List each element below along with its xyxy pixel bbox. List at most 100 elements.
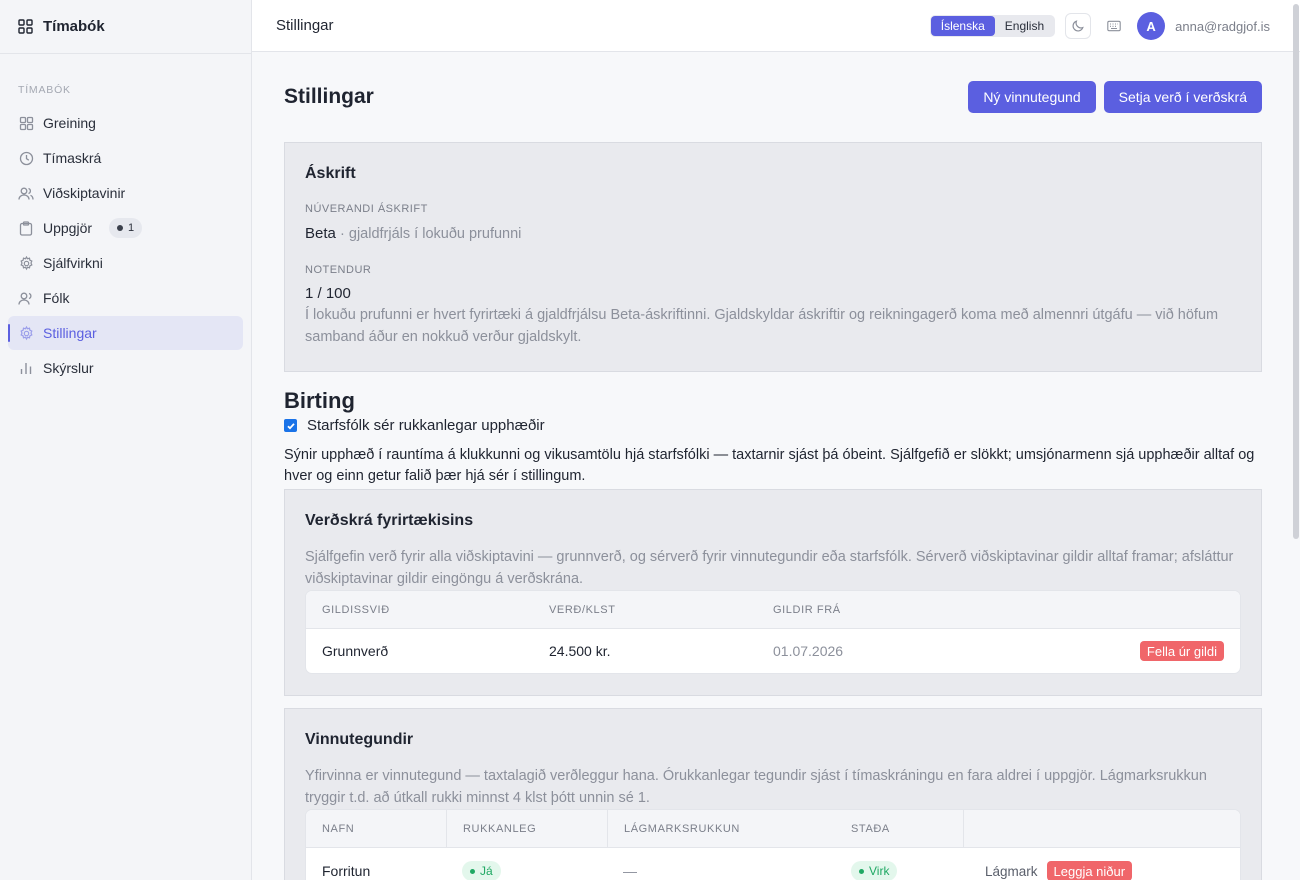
- status-dot-icon: [470, 868, 475, 874]
- price-cell: 24.500 kr.: [549, 643, 611, 659]
- app-grid-icon: [18, 19, 33, 34]
- subscription-title: Áskrift: [305, 165, 356, 182]
- set-minimum-link[interactable]: Lágmark: [985, 864, 1038, 879]
- page-scrollbar[interactable]: [1292, 0, 1300, 880]
- table-header: Gildissvið Verð/klst Gildir frá: [306, 591, 1240, 629]
- pricelist-title: Verðskrá fyrirtækisins: [305, 512, 474, 529]
- status-text: Virk: [869, 864, 890, 878]
- page-header: Stillingar Ný vinnutegund Setja verð í v…: [284, 52, 1262, 142]
- billable-cell: Já: [446, 848, 607, 880]
- pricelist-table: Gildissvið Verð/klst Gildir frá Grunnver…: [305, 590, 1241, 674]
- table-row: Grunnverð 24.500 kr. 01.07.2026 Fella úr…: [306, 629, 1240, 673]
- keyboard-shortcuts-button[interactable]: [1101, 13, 1127, 39]
- deactivate-price-button[interactable]: Fella úr gildi: [1139, 641, 1224, 661]
- settings-icon: [18, 325, 34, 341]
- users-value: 1 / 100: [305, 285, 351, 302]
- users-icon: [18, 185, 34, 201]
- subscription-description: Í lokuðu prufunni er hvert fyrirtæki á g…: [305, 307, 1219, 345]
- page-actions: Ný vinnutegund Setja verð í verðskrá: [968, 81, 1262, 113]
- display-description: Sýnir upphæð í rauntíma á klukkunni og v…: [284, 447, 1255, 484]
- table-row: Forritun Já — Virk Lágmark Leggja niður: [306, 848, 1240, 880]
- clipboard-icon: [18, 220, 34, 236]
- scrollbar-thumb[interactable]: [1293, 4, 1299, 539]
- lang-is-button[interactable]: Íslenska: [930, 16, 995, 36]
- status-dot-icon: [859, 868, 864, 874]
- status-badge: Virk: [851, 861, 898, 880]
- sidebar-item-skyrslur[interactable]: Skýrslur: [8, 351, 243, 385]
- topbar-actions: Íslenska English A anna@radgjof.is: [929, 0, 1270, 52]
- lang-en-button[interactable]: English: [995, 16, 1054, 36]
- sidebar-item-label: Skýrslur: [43, 360, 94, 376]
- display-title: Birting: [284, 388, 355, 413]
- minimum-cell: —: [623, 863, 637, 879]
- sidebar-item-folk[interactable]: Fólk: [8, 281, 243, 315]
- column-header: Gildir frá: [773, 603, 841, 616]
- badge-dot-icon: [117, 225, 124, 231]
- dark-mode-button[interactable]: [1065, 13, 1092, 39]
- show-amounts-toggle[interactable]: Starfsfólk sér rukkanlegar upphæðir: [284, 417, 1262, 434]
- sidebar-item-sjalfvirkni[interactable]: Sjálfvirkni: [8, 246, 243, 280]
- worktypes-table: Nafn Rukkanleg Lágmarksrukkun Staða Forr…: [305, 809, 1241, 880]
- sidebar-item-greining[interactable]: Greining: [8, 106, 243, 140]
- nav-section: Tímabók Greining Tímaskrá Viðskiptavinir…: [0, 54, 251, 385]
- billable-text: Já: [480, 864, 493, 878]
- worktypes-card: Vinnutegundir Yfirvinna er vinnutegund —…: [284, 708, 1262, 880]
- plan-name: Beta: [305, 225, 336, 242]
- billable-badge: Já: [462, 861, 501, 880]
- sidebar-item-label: Tímaskrá: [43, 150, 102, 166]
- name-cell: Forritun: [322, 863, 371, 879]
- brand-title: Tímabók: [43, 18, 105, 35]
- checkbox-checked-icon[interactable]: [284, 419, 297, 432]
- retire-worktype-button[interactable]: Leggja niður: [1046, 861, 1133, 880]
- count-badge: 1: [109, 218, 143, 238]
- clock-icon: [18, 150, 34, 166]
- brand[interactable]: Tímabók: [0, 0, 251, 54]
- bar-chart-icon: [18, 360, 34, 376]
- column-header: Staða: [851, 822, 890, 835]
- checkbox-label: Starfsfólk sér rukkanlegar upphæðir: [307, 417, 545, 434]
- sidebar-item-vidskiptavinir[interactable]: Viðskiptavinir: [8, 176, 243, 210]
- plan-note: · gjaldfrjáls í lokuðu prufunni: [340, 226, 522, 242]
- current-plan: Beta · gjaldfrjáls í lokuðu prufunni: [305, 225, 1241, 242]
- valid-from-cell: 01.07.2026: [773, 643, 844, 659]
- action-cell: Fella úr gildi: [1007, 629, 1240, 673]
- worktypes-description: Yfirvinna er vinnutegund — taxtalagið ve…: [305, 768, 1207, 806]
- pricelist-description: Sjálfgefin verð fyrir alla viðskiptavini…: [305, 549, 1234, 587]
- keyboard-icon: [1107, 20, 1121, 32]
- sidebar-item-label: Greining: [43, 115, 96, 131]
- topbar: Stillingar Íslenska English A anna@radgj…: [252, 0, 1300, 52]
- table-header: Nafn Rukkanleg Lágmarksrukkun Staða: [306, 810, 1240, 848]
- status-cell: Virk: [835, 848, 963, 880]
- sidebar-item-uppgjor[interactable]: Uppgjör 1: [8, 211, 243, 245]
- language-switch: Íslenska English: [929, 15, 1056, 37]
- actions-cell: Lágmark Leggja niður: [963, 848, 1240, 880]
- column-header: Nafn: [322, 822, 355, 835]
- column-header: Lágmarksrukkun: [607, 810, 835, 847]
- pricelist-card: Verðskrá fyrirtækisins Sjálfgefin verð f…: [284, 489, 1262, 696]
- dashboard-grid-icon: [18, 115, 34, 131]
- sidebar-item-label: Viðskiptavinir: [43, 185, 126, 201]
- user-email[interactable]: anna@radgjof.is: [1175, 19, 1270, 34]
- subscription-card: Áskrift Núverandi áskrift Beta · gjaldfr…: [284, 142, 1262, 372]
- page-title: Stillingar: [284, 85, 374, 108]
- moon-icon: [1071, 19, 1085, 33]
- set-price-button[interactable]: Setja verð í verðskrá: [1103, 81, 1262, 113]
- worktypes-title: Vinnutegundir: [305, 731, 414, 748]
- people-icon: [18, 290, 34, 306]
- column-header: Verð/klst: [549, 603, 616, 616]
- badge-count: 1: [128, 222, 135, 234]
- column-header: Rukkanleg: [446, 810, 607, 847]
- sidebar: Tímabók Tímabók Greining Tímaskrá Viðski…: [0, 0, 252, 880]
- current-plan-label: Núverandi áskrift: [305, 203, 428, 215]
- new-worktype-button[interactable]: Ný vinnutegund: [968, 81, 1096, 113]
- avatar[interactable]: A: [1137, 12, 1166, 40]
- sidebar-item-timaskra[interactable]: Tímaskrá: [8, 141, 243, 175]
- column-header-actions: [963, 810, 1240, 847]
- main-content: Stillingar Ný vinnutegund Setja verð í v…: [284, 52, 1262, 880]
- sidebar-item-stillingar[interactable]: Stillingar: [8, 316, 243, 350]
- topbar-title: Stillingar: [276, 17, 334, 34]
- sidebar-item-label: Sjálfvirkni: [43, 255, 103, 271]
- display-section: Birting Starfsfólk sér rukkanlegar upphæ…: [284, 372, 1262, 487]
- sidebar-item-label: Uppgjör: [43, 220, 93, 236]
- gear-icon: [18, 255, 34, 271]
